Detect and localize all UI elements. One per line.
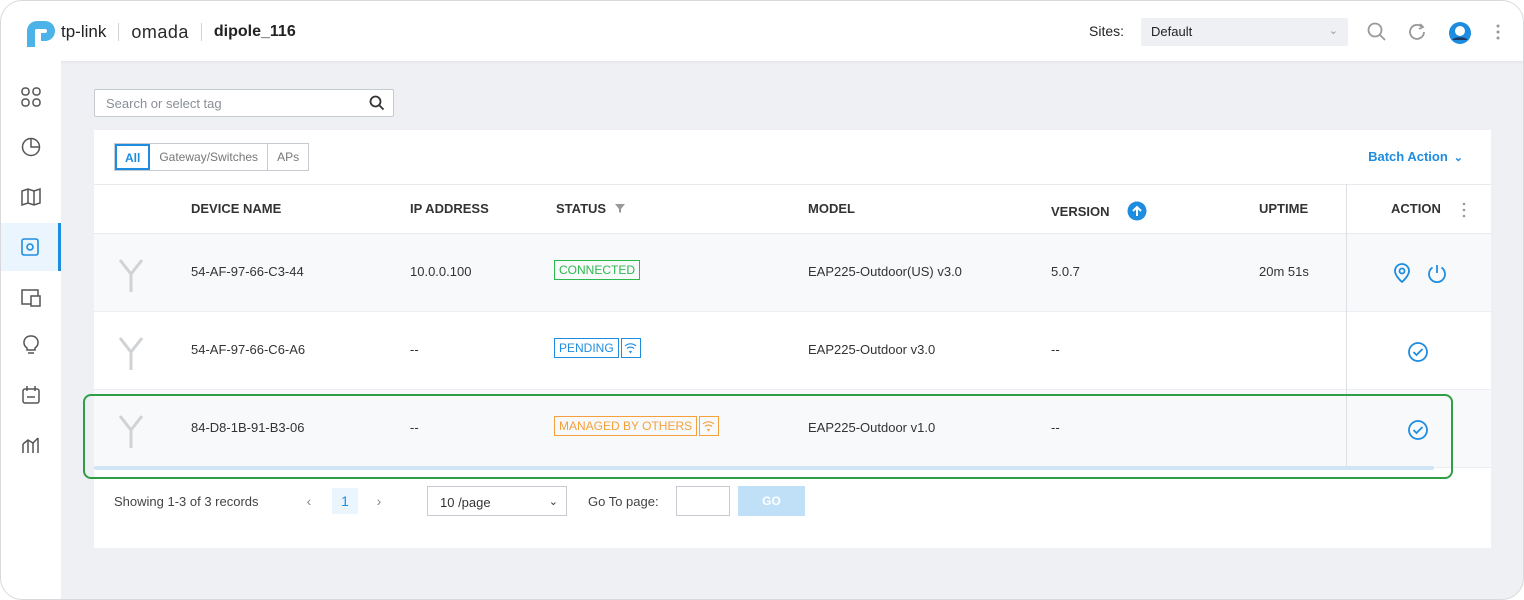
search-input[interactable] [95, 90, 355, 116]
controller-name: dipole_116 [213, 23, 296, 40]
sidebar-item-statistics[interactable] [1, 123, 61, 171]
sidebar-item-clients[interactable] [1, 273, 61, 321]
lightbulb-icon [23, 335, 39, 354]
reboot-icon[interactable] [1426, 262, 1448, 289]
column-header-ip-address[interactable]: IP ADDRESS [410, 201, 489, 216]
app-window: tp-link omada dipole_116 Sites: Default … [0, 0, 1524, 600]
status-badge: PENDING [554, 337, 641, 359]
tab-all[interactable]: All [115, 144, 151, 170]
logo: tp-link omada dipole_116 [23, 17, 296, 47]
divider [118, 23, 120, 41]
prev-page-button[interactable]: ‹ [296, 488, 322, 514]
chevron-down-icon: ⌄ [1328, 25, 1338, 37]
uptime: 20m 51s [1259, 264, 1309, 279]
records-summary: Showing 1-3 of 3 records [114, 494, 259, 509]
adopt-icon[interactable] [1407, 341, 1429, 368]
dashboard-icon [21, 87, 41, 107]
filter-icon[interactable] [614, 202, 626, 214]
column-settings-icon[interactable] [1461, 201, 1467, 224]
sidebar-item-devices[interactable] [1, 223, 61, 271]
access-point-icon [116, 332, 146, 377]
sites-label: Sites: [1089, 23, 1125, 39]
ip-address: -- [410, 342, 419, 357]
page-number-button[interactable]: 1 [332, 488, 358, 514]
column-header-action: ACTION [1391, 201, 1441, 216]
table-row[interactable]: 54-AF-97-66-C6-A6 -- PENDING EAP225-Outd… [94, 312, 1491, 390]
goto-page-input[interactable] [676, 486, 730, 516]
tab-gateway-switches[interactable]: Gateway/Switches [150, 144, 269, 170]
search-icon[interactable] [369, 95, 385, 116]
calendar-icon [22, 386, 40, 404]
device-type-tabs: All Gateway/Switches APs [114, 143, 310, 171]
highlight-box [83, 394, 1453, 479]
product-name: omada [131, 21, 189, 42]
next-page-button[interactable]: › [366, 488, 392, 514]
sidebar [1, 61, 61, 599]
column-header-status[interactable]: STATUS [556, 201, 626, 216]
site-select[interactable]: Default ⌄ [1141, 18, 1348, 46]
device-name[interactable]: 54-AF-97-66-C3-44 [191, 264, 304, 279]
column-header-uptime[interactable]: UPTIME [1259, 201, 1308, 216]
reports-icon [22, 437, 39, 453]
tp-link-logo-icon [23, 17, 59, 47]
version: 5.0.7 [1051, 264, 1080, 279]
column-header-model[interactable]: MODEL [808, 201, 855, 216]
sidebar-item-map[interactable] [1, 173, 61, 221]
status-label: PENDING [554, 338, 619, 358]
status-header-label: STATUS [556, 201, 607, 216]
model: EAP225-Outdoor(US) v3.0 [808, 264, 962, 279]
batch-action-label: Batch Action [1368, 149, 1448, 164]
table-header: DEVICE NAME IP ADDRESS STATUS MODEL VERS… [94, 184, 1491, 234]
version: -- [1051, 342, 1060, 357]
device-name[interactable]: 54-AF-97-66-C6-A6 [191, 342, 305, 357]
version-header-label: VERSION [1051, 204, 1110, 219]
map-icon [21, 187, 41, 207]
chevron-down-icon: ⌄ [1453, 152, 1463, 164]
table-row[interactable]: 54-AF-97-66-C3-44 10.0.0.100 CONNECTED E… [94, 234, 1491, 312]
page-size-select[interactable]: 10 /page ⌄ [427, 486, 567, 516]
tab-aps[interactable]: APs [268, 144, 308, 170]
upgrade-icon[interactable] [1127, 201, 1147, 221]
model: EAP225-Outdoor v3.0 [808, 342, 936, 357]
wireless-icon [620, 337, 641, 358]
page-size-value: 10 /page [440, 495, 491, 510]
devices-panel: All Gateway/Switches APs Batch Action ⌄ D… [94, 130, 1491, 548]
sidebar-item-dashboard[interactable] [1, 73, 61, 121]
devices-icon [20, 238, 39, 256]
top-bar: tp-link omada dipole_116 Sites: Default … [1, 1, 1523, 61]
column-header-version[interactable]: VERSION [1051, 201, 1147, 221]
chevron-down-icon: ⌄ [548, 496, 558, 508]
more-options-icon[interactable] [1493, 21, 1503, 43]
goto-page-label: Go To page: [588, 494, 659, 509]
search-box [94, 89, 394, 117]
access-point-icon [116, 254, 146, 299]
status-badge: CONNECTED [554, 260, 641, 280]
brand-name: tp-link [61, 22, 107, 41]
sidebar-item-insight[interactable] [1, 321, 61, 369]
pie-chart-icon [21, 137, 41, 157]
site-selected-value: Default [1151, 24, 1193, 39]
column-header-device-name[interactable]: DEVICE NAME [191, 201, 281, 216]
batch-action-button[interactable]: Batch Action ⌄ [1368, 149, 1463, 164]
clients-icon [21, 289, 41, 307]
divider [200, 23, 202, 41]
user-avatar-icon[interactable] [1448, 21, 1471, 44]
pagination: Showing 1-3 of 3 records ‹ 1 › 10 /page … [114, 486, 914, 526]
status-label: CONNECTED [554, 260, 641, 280]
ip-address: 10.0.0.100 [410, 264, 472, 279]
sidebar-item-reports[interactable] [1, 421, 61, 469]
sidebar-item-logs[interactable] [1, 371, 61, 419]
refresh-icon[interactable] [1406, 21, 1428, 43]
locate-icon[interactable] [1391, 262, 1413, 289]
search-icon[interactable] [1366, 21, 1388, 43]
go-button[interactable]: GO [738, 486, 805, 516]
